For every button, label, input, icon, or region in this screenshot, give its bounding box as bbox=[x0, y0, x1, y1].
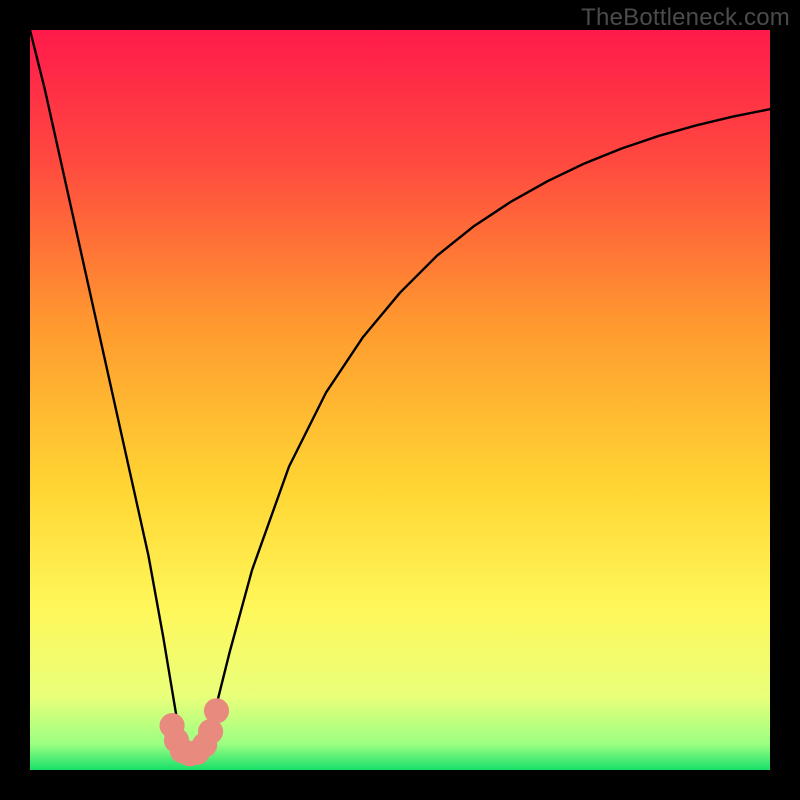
chart-svg bbox=[30, 30, 770, 770]
valley-marker bbox=[204, 698, 229, 723]
outer-frame: TheBottleneck.com bbox=[0, 0, 800, 800]
gradient-background bbox=[30, 30, 770, 770]
plot-area bbox=[30, 30, 770, 770]
watermark-text: TheBottleneck.com bbox=[581, 4, 790, 32]
